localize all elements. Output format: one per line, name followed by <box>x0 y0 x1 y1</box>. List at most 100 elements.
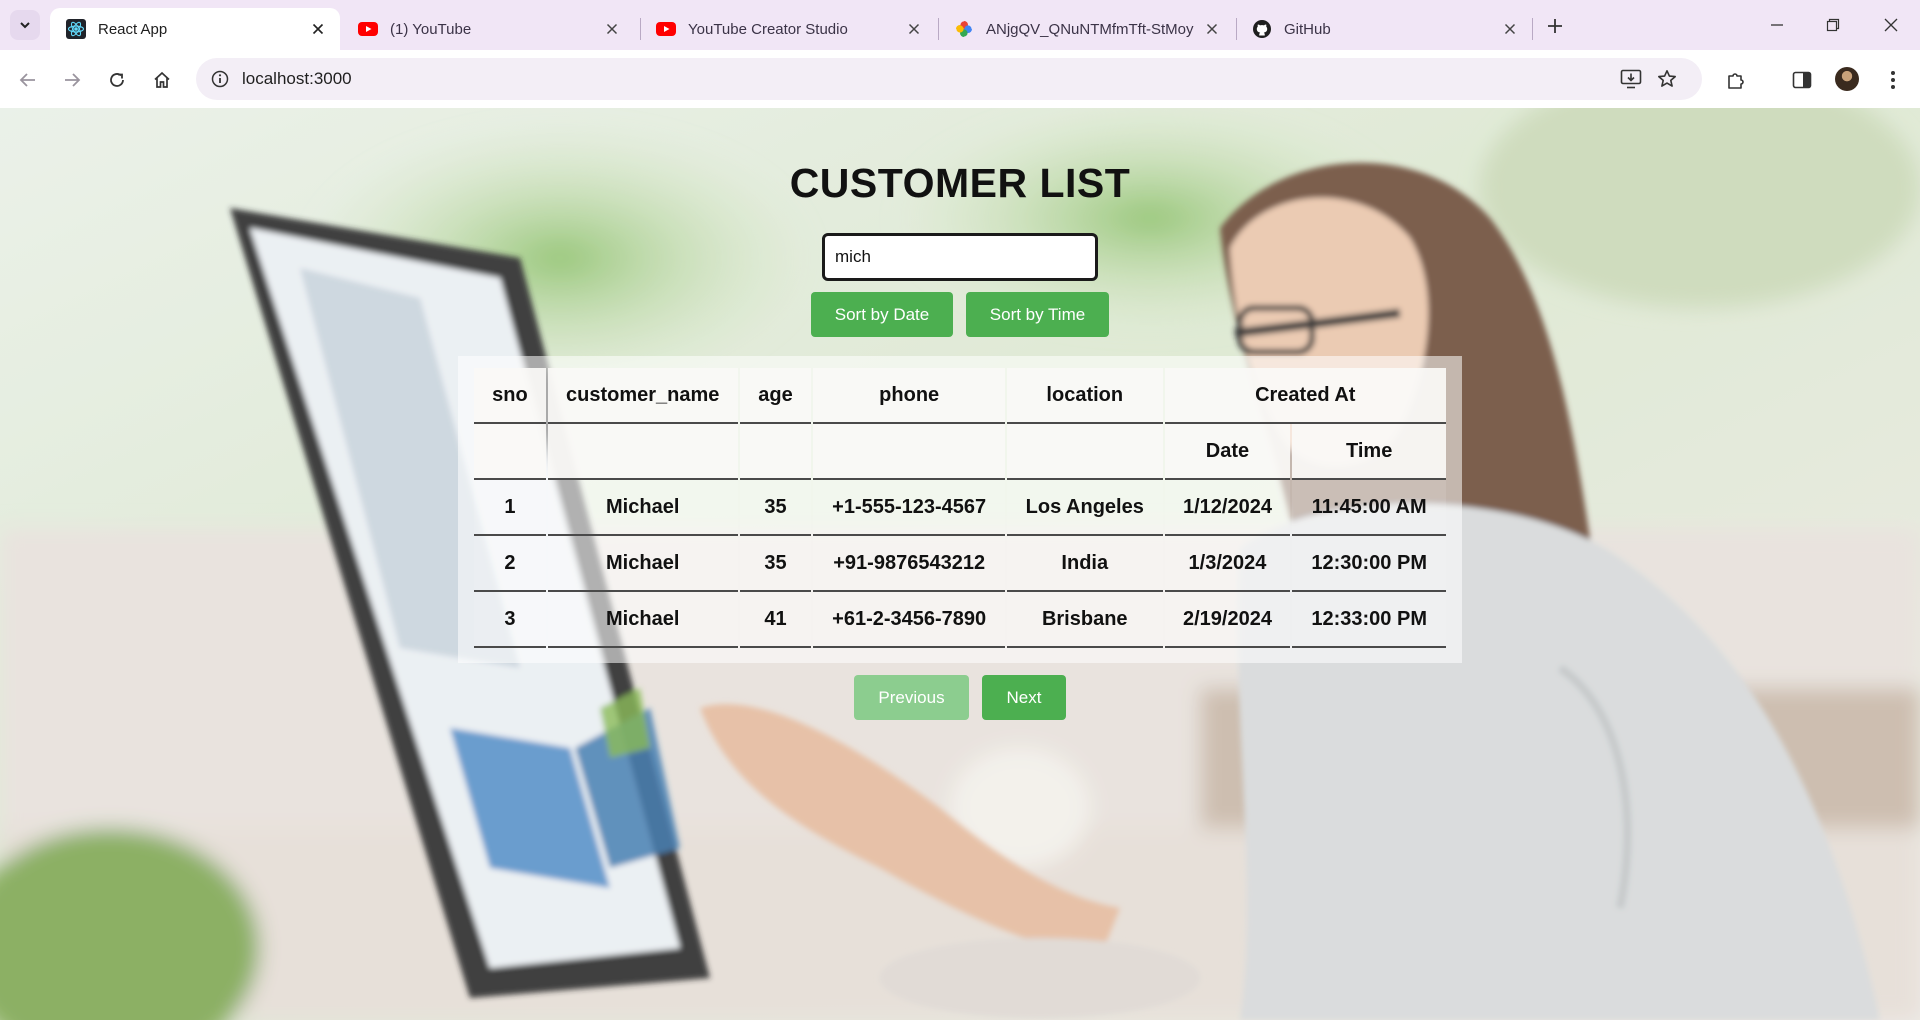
cell-phone: +1-555-123-4567 <box>813 480 1005 536</box>
react-icon <box>66 19 86 39</box>
cell-time: 11:45:00 AM <box>1292 480 1446 536</box>
arrow-right-icon <box>65 73 81 87</box>
cell-sno: 3 <box>474 592 546 648</box>
tab-youtube-creator-studio[interactable]: YouTube Creator Studio <box>640 8 936 50</box>
cell-age: 35 <box>739 480 812 536</box>
github-icon <box>1252 19 1272 39</box>
back-button[interactable] <box>12 64 44 96</box>
puzzle-icon <box>1728 73 1744 89</box>
cell-location: India <box>1006 536 1163 592</box>
close-icon[interactable] <box>904 19 924 39</box>
cell-phone: +91-9876543212 <box>813 536 1005 592</box>
cell-customer-name: Michael <box>547 592 738 648</box>
minimize-icon <box>1771 24 1783 26</box>
cell-date: 1/3/2024 <box>1164 536 1291 592</box>
tab-title: React App <box>98 20 168 38</box>
side-panel-button[interactable] <box>1786 64 1818 96</box>
column-header-customer-name[interactable]: customer_name <box>547 368 738 424</box>
column-header-time[interactable]: Time <box>1292 424 1446 480</box>
reload-button[interactable] <box>101 64 133 96</box>
tab-github[interactable]: GitHub <box>1236 8 1532 50</box>
table-row: 2 Michael 35 +91-9876543212 India 1/3/20… <box>474 536 1446 592</box>
table-row: 1 Michael 35 +1-555-123-4567 Los Angeles… <box>474 480 1446 536</box>
close-icon[interactable] <box>602 19 622 39</box>
forward-button[interactable] <box>56 64 88 96</box>
cell-customer-name: Michael <box>547 480 738 536</box>
cell-customer-name: Michael <box>547 536 738 592</box>
sort-by-time-button[interactable]: Sort by Time <box>966 292 1109 337</box>
customer-table-panel: sno customer_name age phone location Cre… <box>458 356 1462 663</box>
cell-location: Brisbane <box>1006 592 1163 648</box>
window-close-button[interactable] <box>1876 10 1906 40</box>
search-input[interactable] <box>822 233 1098 281</box>
profile-avatar[interactable] <box>1835 67 1859 91</box>
close-icon[interactable] <box>308 19 328 39</box>
minimize-button[interactable] <box>1762 10 1792 40</box>
plus-icon <box>1548 19 1562 33</box>
google-photos-icon <box>954 19 974 39</box>
tab-title: GitHub <box>1284 20 1331 38</box>
reload-icon <box>110 73 124 87</box>
restore-button[interactable] <box>1818 10 1848 40</box>
arrow-left-icon <box>19 73 35 87</box>
cell-age: 35 <box>739 536 812 592</box>
side-panel-icon <box>1792 71 1812 89</box>
close-icon <box>1884 18 1898 32</box>
address-bar[interactable]: localhost:3000 <box>196 58 1702 100</box>
cell-phone: +61-2-3456-7890 <box>813 592 1005 648</box>
column-header-date[interactable]: Date <box>1164 424 1291 480</box>
page-title: CUSTOMER LIST <box>789 160 1131 206</box>
url-text[interactable]: localhost:3000 <box>242 58 352 100</box>
cell-location: Los Angeles <box>1006 480 1163 536</box>
tab-separator <box>1532 18 1533 40</box>
table-header-row: sno customer_name age phone location Cre… <box>474 368 1446 424</box>
tab-title: ANjgQV_QNuNTMfmTft-StMoy <box>986 20 1194 38</box>
tab-youtube[interactable]: (1) YouTube <box>342 8 634 50</box>
browser-toolbar: localhost:3000 <box>0 50 1920 108</box>
youtube-icon <box>358 19 378 39</box>
youtube-icon <box>656 19 676 39</box>
cell-age: 41 <box>739 592 812 648</box>
column-header-location[interactable]: location <box>1006 368 1163 424</box>
cell-date: 1/12/2024 <box>1164 480 1291 536</box>
close-icon[interactable] <box>1500 19 1520 39</box>
close-icon[interactable] <box>1202 19 1222 39</box>
extensions-button[interactable] <box>1720 64 1752 96</box>
tab-title: (1) YouTube <box>390 20 472 38</box>
tab-google-photos[interactable]: ANjgQV_QNuNTMfmTft-StMoy <box>938 8 1234 50</box>
cell-sno: 1 <box>474 480 546 536</box>
sort-by-date-button[interactable]: Sort by Date <box>811 292 953 337</box>
tab-strip: React App (1) YouTube YouTube Creator St… <box>0 0 1920 50</box>
column-header-phone[interactable]: phone <box>813 368 1005 424</box>
page-viewport: CUSTOMER LIST Sort by Date Sort by Time … <box>0 108 1920 1020</box>
tab-react-app[interactable]: React App <box>50 8 340 50</box>
empty-header-cell <box>813 424 1005 480</box>
home-icon <box>154 71 170 88</box>
empty-header-cell <box>547 424 738 480</box>
site-info-icon[interactable] <box>204 63 236 95</box>
bookmark-star-icon[interactable] <box>1652 64 1682 94</box>
table-subheader-row: Date Time <box>474 424 1446 480</box>
previous-page-button[interactable]: Previous <box>854 675 969 720</box>
new-tab-button[interactable] <box>1540 11 1570 41</box>
install-app-icon[interactable] <box>1616 64 1646 94</box>
cell-sno: 2 <box>474 536 546 592</box>
tab-search-button[interactable] <box>10 10 40 40</box>
customer-table: sno customer_name age phone location Cre… <box>472 368 1448 648</box>
column-header-age[interactable]: age <box>739 368 812 424</box>
restore-icon <box>1826 18 1840 32</box>
cell-time: 12:30:00 PM <box>1292 536 1446 592</box>
next-page-button[interactable]: Next <box>982 675 1066 720</box>
empty-header-cell <box>474 424 546 480</box>
browser-menu-button[interactable] <box>1877 64 1909 96</box>
home-button[interactable] <box>146 64 178 96</box>
column-header-created-at[interactable]: Created At <box>1164 368 1446 424</box>
cell-time: 12:33:00 PM <box>1292 592 1446 648</box>
tab-title: YouTube Creator Studio <box>688 20 848 38</box>
chevron-down-icon <box>20 22 30 29</box>
empty-header-cell <box>739 424 812 480</box>
more-vertical-icon <box>1891 71 1895 89</box>
table-row: 3 Michael 41 +61-2-3456-7890 Brisbane 2/… <box>474 592 1446 648</box>
column-header-sno[interactable]: sno <box>474 368 546 424</box>
cell-date: 2/19/2024 <box>1164 592 1291 648</box>
